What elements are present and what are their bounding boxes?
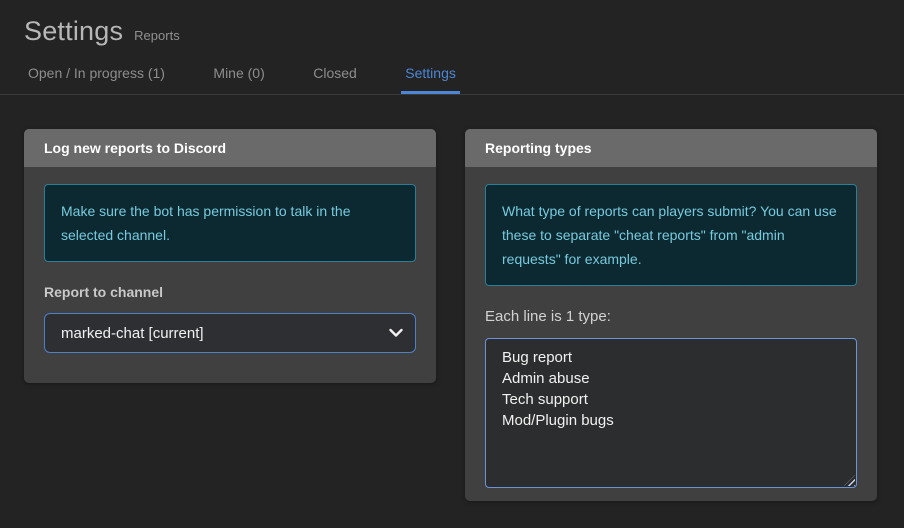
discord-card-body: Make sure the bot has permission to talk… xyxy=(24,167,436,353)
title-row: Settings Reports xyxy=(24,16,904,47)
reporting-types-title: Reporting types xyxy=(465,129,877,167)
tab-mine[interactable]: Mine (0) xyxy=(209,59,268,94)
tabs-bar: Open / In progress (1) Mine (0) Closed S… xyxy=(0,59,904,95)
page-header: Settings Reports xyxy=(0,0,904,47)
types-textarea[interactable]: Bug report Admin abuse Tech support Mod/… xyxy=(485,338,857,488)
discord-card-title: Log new reports to Discord xyxy=(24,129,436,167)
tab-settings[interactable]: Settings xyxy=(401,59,460,94)
reporting-types-body: What type of reports can players submit?… xyxy=(465,167,877,488)
discord-log-card: Log new reports to Discord Make sure the… xyxy=(24,129,436,383)
types-textarea-wrap: Bug report Admin abuse Tech support Mod/… xyxy=(485,338,857,488)
tab-closed[interactable]: Closed xyxy=(309,59,361,94)
page-title: Settings xyxy=(24,16,124,46)
page-subtitle: Reports xyxy=(134,28,180,43)
reporting-types-card: Reporting types What type of reports can… xyxy=(465,129,877,501)
report-channel-label: Report to channel xyxy=(44,284,164,300)
channel-select-wrap: marked-chat [current] xyxy=(44,313,416,353)
reporting-types-info-box: What type of reports can players submit?… xyxy=(485,184,857,286)
tab-open-in-progress[interactable]: Open / In progress (1) xyxy=(24,59,169,94)
types-label: Each line is 1 type: xyxy=(485,308,611,325)
channel-select[interactable]: marked-chat [current] xyxy=(44,313,416,353)
discord-info-box: Make sure the bot has permission to talk… xyxy=(44,184,416,262)
